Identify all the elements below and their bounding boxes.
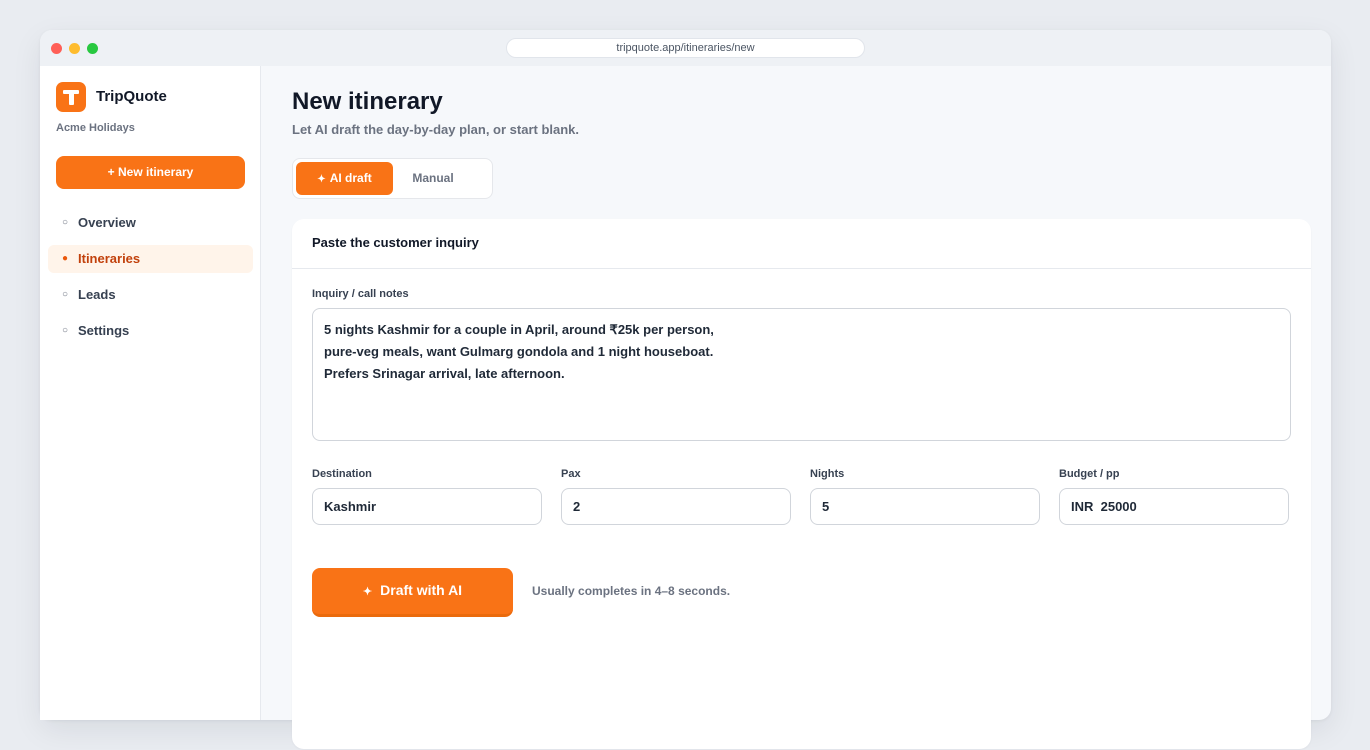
nights-label: Nights xyxy=(810,468,845,480)
destination-label: Destination xyxy=(312,468,372,480)
brand-name: TripQuote xyxy=(96,88,167,105)
tab-label: AI draft xyxy=(329,171,372,185)
page-title: New itinerary xyxy=(292,88,443,115)
browser-titlebar: tripquote.app/itineraries/new xyxy=(40,30,1331,66)
tripquote-logo-icon xyxy=(56,82,86,112)
sidebar-item-label: Leads xyxy=(78,287,116,302)
pax-label: Pax xyxy=(561,468,581,480)
sidebar: TripQuote Acme Holidays + New itinerary … xyxy=(40,66,261,720)
nights-field[interactable]: 5 xyxy=(810,488,1040,525)
maximize-window-dot[interactable] xyxy=(87,43,98,54)
completion-hint: Usually completes in 4–8 seconds. xyxy=(532,584,731,598)
tab-ai-draft[interactable]: ✦ AI draft xyxy=(296,162,393,195)
draft-button-label: Draft with AI xyxy=(380,582,463,598)
pax-field[interactable]: 2 xyxy=(561,488,791,525)
sparkle-icon: ✦ xyxy=(362,586,373,598)
inquiry-label: Inquiry / call notes xyxy=(312,288,409,300)
address-bar[interactable]: tripquote.app/itineraries/new xyxy=(506,38,865,58)
inquiry-card: Paste the customer inquiry Inquiry / cal… xyxy=(292,219,1311,749)
sidebar-item-settings[interactable]: ○ Settings xyxy=(48,317,253,345)
destination-field[interactable]: Kashmir xyxy=(312,488,542,525)
budget-field[interactable]: INR 25000 xyxy=(1059,488,1289,525)
budget-label: Budget / pp xyxy=(1059,468,1120,480)
minimize-window-dot[interactable] xyxy=(69,43,80,54)
filled-bullet-icon: ● xyxy=(62,253,69,264)
draft-with-ai-button[interactable]: ✦ Draft with AI xyxy=(312,568,513,617)
app-window: tripquote.app/itineraries/new TripQuote … xyxy=(40,30,1331,749)
sidebar-item-label: Overview xyxy=(78,215,136,230)
inquiry-textarea[interactable]: 5 nights Kashmir for a couple in April, … xyxy=(312,308,1291,441)
inquiry-line: 5 nights Kashmir for a couple in April, … xyxy=(324,322,714,337)
card-header: Paste the customer inquiry xyxy=(292,219,1311,269)
workspace-name: Acme Holidays xyxy=(56,122,135,134)
mode-tabs: ✦ AI draft Manual xyxy=(292,158,493,199)
sparkle-icon: ✦ xyxy=(317,174,326,185)
sidebar-item-label: Itineraries xyxy=(78,251,141,266)
tab-manual[interactable]: Manual xyxy=(393,162,473,195)
circle-bullet-icon: ○ xyxy=(62,325,69,336)
sidebar-item-itineraries[interactable]: ● Itineraries xyxy=(48,245,253,273)
circle-bullet-icon: ○ xyxy=(62,289,69,300)
sidebar-item-overview[interactable]: ○ Overview xyxy=(48,209,253,237)
circle-bullet-icon: ○ xyxy=(62,217,69,228)
close-window-dot[interactable] xyxy=(51,43,62,54)
new-itinerary-button[interactable]: + New itinerary xyxy=(56,156,245,189)
inquiry-line: Prefers Srinagar arrival, late afternoon… xyxy=(324,366,565,381)
page-subtitle: Let AI draft the day-by-day plan, or sta… xyxy=(292,122,580,137)
sidebar-item-leads[interactable]: ○ Leads xyxy=(48,281,253,309)
inquiry-line: pure-veg meals, want Gulmarg gondola and… xyxy=(324,344,714,359)
sidebar-item-label: Settings xyxy=(78,323,130,338)
card-title: Paste the customer inquiry xyxy=(312,235,479,250)
tab-label: Manual xyxy=(412,171,454,185)
